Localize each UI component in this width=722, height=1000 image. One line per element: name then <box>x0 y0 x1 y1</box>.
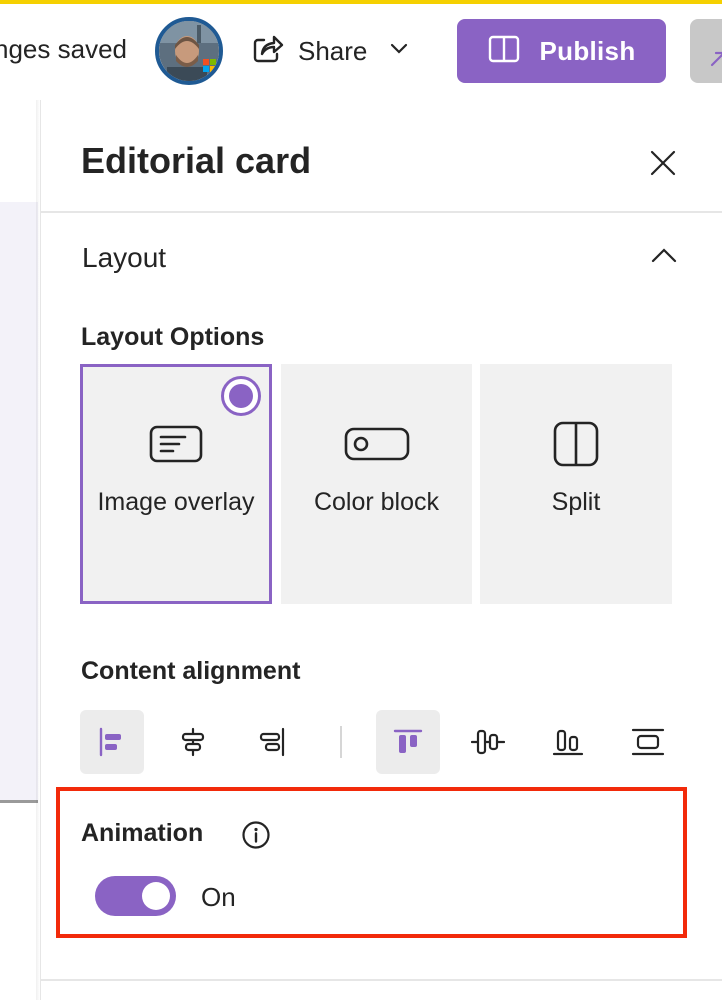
align-right-button[interactable] <box>240 710 304 774</box>
align-left-icon <box>99 727 121 757</box>
radio-selected-icon <box>221 376 261 416</box>
share-icon <box>250 32 284 71</box>
align-top-button[interactable] <box>376 710 440 774</box>
section-divider <box>40 979 722 981</box>
animation-highlight-box <box>56 787 687 938</box>
split-column-icon <box>552 421 600 467</box>
panel-shadow <box>36 100 40 1000</box>
avatar-photo <box>159 21 219 81</box>
distribute-button[interactable] <box>616 710 680 774</box>
chevron-up-icon[interactable] <box>648 244 680 268</box>
align-top-icon <box>393 729 423 753</box>
align-right-icon <box>259 727 285 757</box>
canvas-area[interactable] <box>0 202 38 802</box>
layout-option-label: Color block <box>313 488 440 516</box>
alignment-separator <box>340 726 342 758</box>
align-middle-button[interactable] <box>456 710 520 774</box>
align-center-button[interactable] <box>161 710 225 774</box>
layout-option-label: Image overlay <box>97 488 255 516</box>
panel-title: Editorial card <box>81 140 312 181</box>
content-alignment-label: Content alignment <box>81 657 301 685</box>
share-button[interactable]: Share <box>250 30 409 72</box>
toggle-pill-icon <box>344 422 410 466</box>
layout-options-label: Layout Options <box>81 323 265 351</box>
align-center-horizontal-icon <box>181 727 205 757</box>
avatar[interactable] <box>155 17 223 85</box>
layout-option-image-overlay[interactable]: Image overlay <box>80 364 272 604</box>
layout-option-color-block[interactable]: Color block <box>281 364 472 604</box>
chevron-down-icon[interactable] <box>389 42 409 61</box>
share-label: Share <box>298 35 368 66</box>
layout-option-split[interactable]: Split <box>480 364 672 604</box>
book-open-icon <box>488 34 520 69</box>
layout-section-title[interactable]: Layout <box>82 242 166 274</box>
top-accent-line <box>0 0 722 4</box>
publish-label: Publish <box>539 35 636 66</box>
layout-option-label: Split <box>551 488 601 516</box>
align-left-button[interactable] <box>80 710 144 774</box>
save-status-text: nges saved <box>0 34 127 64</box>
text-card-icon <box>149 422 203 466</box>
align-bottom-icon <box>552 729 584 756</box>
arrow-up-right-icon <box>710 51 722 67</box>
expand-button[interactable] <box>690 19 722 83</box>
canvas-divider <box>0 800 38 803</box>
align-middle-vertical-icon <box>471 729 505 755</box>
close-icon[interactable] <box>646 146 680 180</box>
publish-button[interactable]: Publish <box>457 19 666 83</box>
align-bottom-button[interactable] <box>536 710 600 774</box>
panel-header-divider <box>40 211 722 213</box>
distribute-vertical-icon <box>631 728 665 756</box>
